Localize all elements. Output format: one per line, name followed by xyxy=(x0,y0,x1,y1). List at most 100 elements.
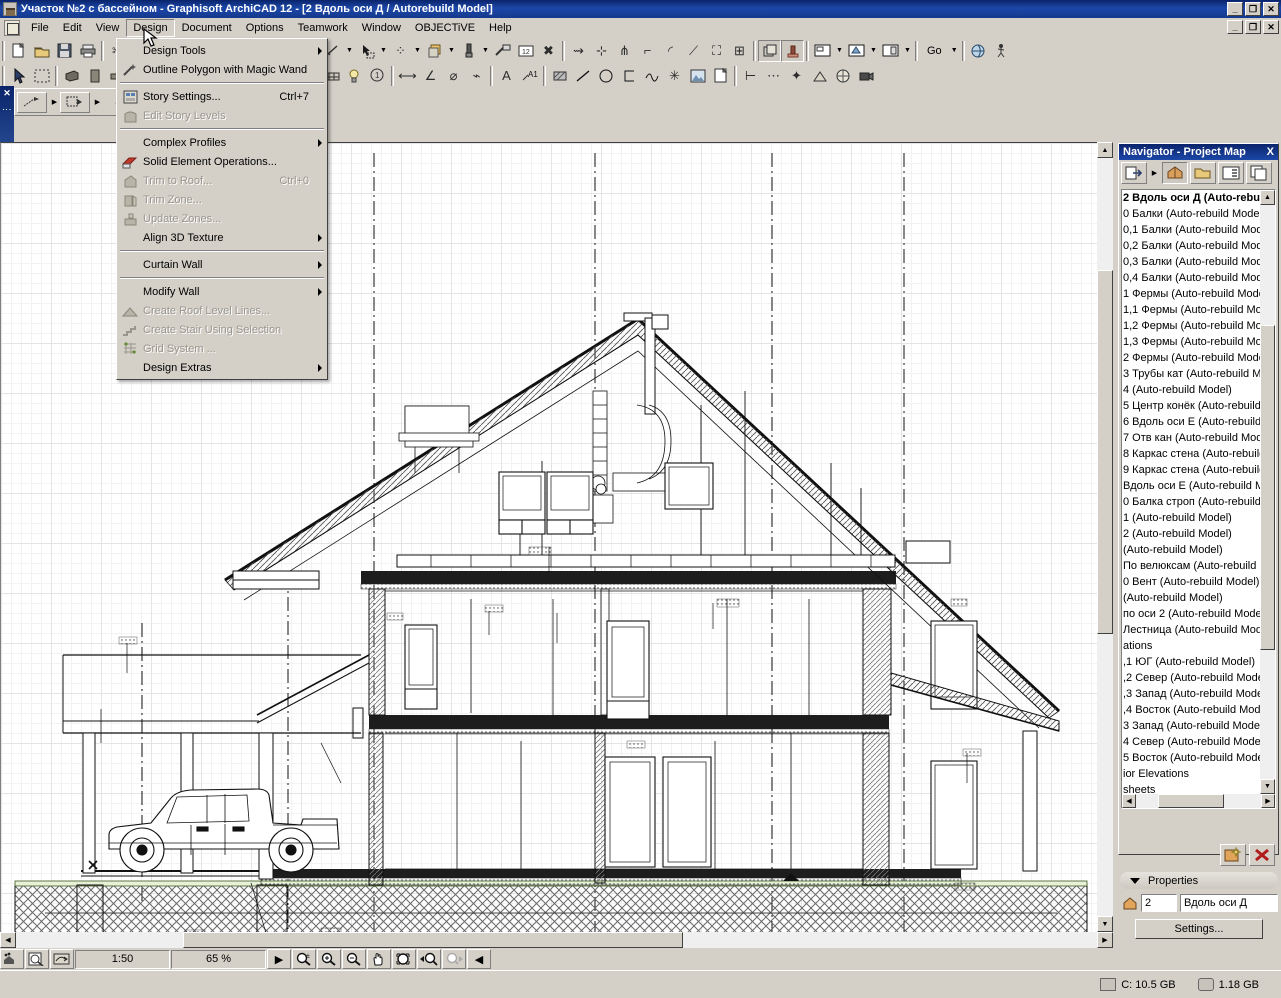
level-dimension-icon[interactable]: ⌁ xyxy=(465,65,488,87)
list-item[interactable]: 5 Центр конёк (Auto-rebuild xyxy=(1122,398,1260,414)
stamp-icon[interactable] xyxy=(781,39,804,62)
mini-palette-titlebar[interactable]: ✕ ⋮ xyxy=(0,86,14,144)
list-item[interactable]: 1,1 Фермы (Auto-rebuild Moc xyxy=(1122,302,1260,318)
select-dropdown-arrow[interactable]: ▼ xyxy=(378,40,389,62)
navigator-scroll-left-button[interactable]: ◀ xyxy=(1122,794,1136,808)
snap-points-icon[interactable]: ⁘ xyxy=(389,40,412,62)
list-item[interactable]: 6 Вдоль оси Е (Auto-rebuild xyxy=(1122,414,1260,430)
list-item[interactable]: 3 Запад (Auto-rebuild Model) xyxy=(1122,718,1260,734)
list-item[interactable]: 1,3 Фермы (Auto-rebuild Moc xyxy=(1122,334,1260,350)
3d-document-icon[interactable] xyxy=(831,65,854,87)
hotspot-tool-icon[interactable]: ✳ xyxy=(663,65,686,87)
lamp-tool-icon[interactable] xyxy=(343,65,366,87)
scroll-left-button[interactable]: ◀ xyxy=(0,932,16,948)
list-item[interactable]: 4 Север (Auto-rebuild Model) xyxy=(1122,734,1260,750)
navigator-horizontal-scrollbar[interactable]: ◀ ▶ xyxy=(1122,794,1275,808)
group-icon[interactable]: ⊞ xyxy=(728,40,751,62)
navigator-horizontal-scroll-thumb[interactable] xyxy=(1158,794,1224,808)
menu-window[interactable]: Window xyxy=(355,19,408,37)
list-item[interactable]: ,4 Восток (Auto-rebuild Mode xyxy=(1122,702,1260,718)
list-item[interactable]: 0 Балки (Auto-rebuild Model) xyxy=(1122,206,1260,222)
list-item[interactable]: 0,2 Балки (Auto-rebuild Mod xyxy=(1122,238,1260,254)
list-item[interactable]: Вдоль оси Е (Auto-rebuild M xyxy=(1122,478,1260,494)
marquee-stretch-icon[interactable] xyxy=(17,91,47,113)
fit-in-window-icon[interactable] xyxy=(392,949,416,969)
list-item[interactable]: По велюксам (Auto-rebuild xyxy=(1122,558,1260,574)
figure-tool-icon[interactable] xyxy=(686,65,709,87)
menu-item-complex-profiles[interactable]: Complex Profiles xyxy=(117,133,327,152)
line-tool-icon[interactable] xyxy=(571,65,594,87)
navigator-view-map-tab[interactable] xyxy=(1190,162,1216,184)
list-item[interactable]: ,1 ЮГ (Auto-rebuild Model) xyxy=(1122,654,1260,670)
menu-teamwork[interactable]: Teamwork xyxy=(291,19,355,37)
wall-tool-icon[interactable] xyxy=(60,65,83,87)
polyline-tool-icon[interactable] xyxy=(617,65,640,87)
section-dropdown-arrow[interactable]: ▼ xyxy=(902,40,913,62)
menu-edit[interactable]: Edit xyxy=(56,19,89,37)
menu-item-align-3d-texture[interactable]: Align 3D Texture xyxy=(117,228,327,247)
pointer-tool-icon[interactable] xyxy=(7,65,30,87)
zone-tool-icon[interactable]: 1 xyxy=(366,65,389,87)
list-item[interactable]: ,3 Запад (Auto-rebuild Mode xyxy=(1122,686,1260,702)
menu-item-solid-element-operations[interactable]: Solid Element Operations... xyxy=(117,152,327,171)
list-item[interactable]: 4 (Auto-rebuild Model) xyxy=(1122,382,1260,398)
save-file-icon[interactable] xyxy=(53,40,76,62)
list-item[interactable]: 0,1 Балки (Auto-rebuild Mod xyxy=(1122,222,1260,238)
navigator-vertical-scroll-thumb[interactable] xyxy=(1260,325,1275,650)
radial-dimension-icon[interactable]: ⌀ xyxy=(442,65,465,87)
list-item[interactable]: 0 Вент (Auto-rebuild Model) xyxy=(1122,574,1260,590)
floor-plan-dropdown-arrow[interactable]: ▼ xyxy=(834,40,845,62)
scroll-down-button[interactable]: ▼ xyxy=(1097,916,1113,932)
fillet-icon[interactable]: ⌐ xyxy=(636,40,659,62)
collapse-triangle-icon[interactable] xyxy=(1130,877,1140,884)
list-item[interactable]: 0 Балка строп (Auto-rebuild xyxy=(1122,494,1260,510)
new-file-icon[interactable] xyxy=(7,40,30,62)
list-item[interactable]: sheets xyxy=(1122,782,1260,794)
explode-icon[interactable]: ⛶ xyxy=(705,40,728,62)
angle-dimension-icon[interactable]: ∠ xyxy=(419,65,442,87)
navigator-layout-book-tab[interactable] xyxy=(1218,162,1244,184)
print-icon[interactable] xyxy=(76,40,99,62)
pen-color-icon[interactable] xyxy=(457,40,480,62)
snap-dropdown-arrow[interactable]: ▼ xyxy=(412,40,423,62)
list-item[interactable]: 2 (Auto-rebuild Model) xyxy=(1122,526,1260,542)
arrow-select-icon[interactable] xyxy=(355,40,378,62)
navigator-publisher-sets-tab[interactable] xyxy=(1246,162,1272,184)
list-item[interactable]: по оси 2 (Auto-rebuild Mode xyxy=(1122,606,1260,622)
zoom-history-icon[interactable]: ◀ xyxy=(467,949,491,969)
publisher-icon[interactable] xyxy=(0,949,24,969)
list-item[interactable]: 0,3 Балки (Auto-rebuild Mod xyxy=(1122,254,1260,270)
pan-icon[interactable] xyxy=(367,949,391,969)
new-view-icon[interactable] xyxy=(1220,844,1246,866)
canvas-vertical-scrollbar[interactable]: ▲ ▼ xyxy=(1097,142,1113,932)
navigator-scroll-right-button[interactable]: ▶ xyxy=(1261,794,1275,808)
navigator-scroll-up-button[interactable]: ▲ xyxy=(1260,190,1275,205)
list-item[interactable]: 9 Каркас стена (Auto-rebuild xyxy=(1122,462,1260,478)
pen-dropdown-arrow[interactable]: ▼ xyxy=(480,40,491,62)
marquee-move-dropdown-arrow[interactable]: ▶ xyxy=(92,91,103,113)
list-item[interactable]: (Auto-rebuild Model) xyxy=(1122,542,1260,558)
3d-dropdown-arrow[interactable]: ▼ xyxy=(868,40,879,62)
multiply-icon[interactable]: ⟋ xyxy=(682,40,705,62)
minimize-button[interactable]: _ xyxy=(1227,2,1243,16)
marquee-tool-icon[interactable] xyxy=(30,65,53,87)
solid-operations-icon[interactable] xyxy=(758,39,781,62)
layers-dropdown-arrow[interactable]: ▼ xyxy=(446,40,457,62)
adjust-icon[interactable]: ⊹ xyxy=(590,40,613,62)
list-item[interactable]: ior Elevations xyxy=(1122,766,1260,782)
detail-tool-icon[interactable]: ✦ xyxy=(785,65,808,87)
menu-file[interactable]: File xyxy=(24,19,56,37)
canvas-horizontal-scrollbar[interactable]: ◀ ▶ xyxy=(0,932,1113,948)
menu-document[interactable]: Document xyxy=(175,19,239,37)
dimension-icon[interactable]: 12 xyxy=(514,40,537,62)
list-item[interactable]: 7 Отв кан (Auto-rebuild Mod xyxy=(1122,430,1260,446)
navigator-tree[interactable]: 2 Вдоль оси Д (Auto-rebu 0 Балки (Auto-r… xyxy=(1121,189,1276,809)
navigator-project-map-tab[interactable] xyxy=(1162,162,1188,184)
list-item[interactable]: 2 Фермы (Auto-rebuild Model xyxy=(1122,350,1260,366)
camera-tool-icon[interactable] xyxy=(854,65,877,87)
preview-icon[interactable] xyxy=(25,949,49,969)
menu-help[interactable]: Help xyxy=(482,19,519,37)
list-item[interactable]: 8 Каркас стена (Auto-rebuild xyxy=(1122,446,1260,462)
marquee-stretch-dropdown-arrow[interactable]: ▶ xyxy=(49,91,60,113)
list-item[interactable]: Лестница (Auto-rebuild Mod xyxy=(1122,622,1260,638)
